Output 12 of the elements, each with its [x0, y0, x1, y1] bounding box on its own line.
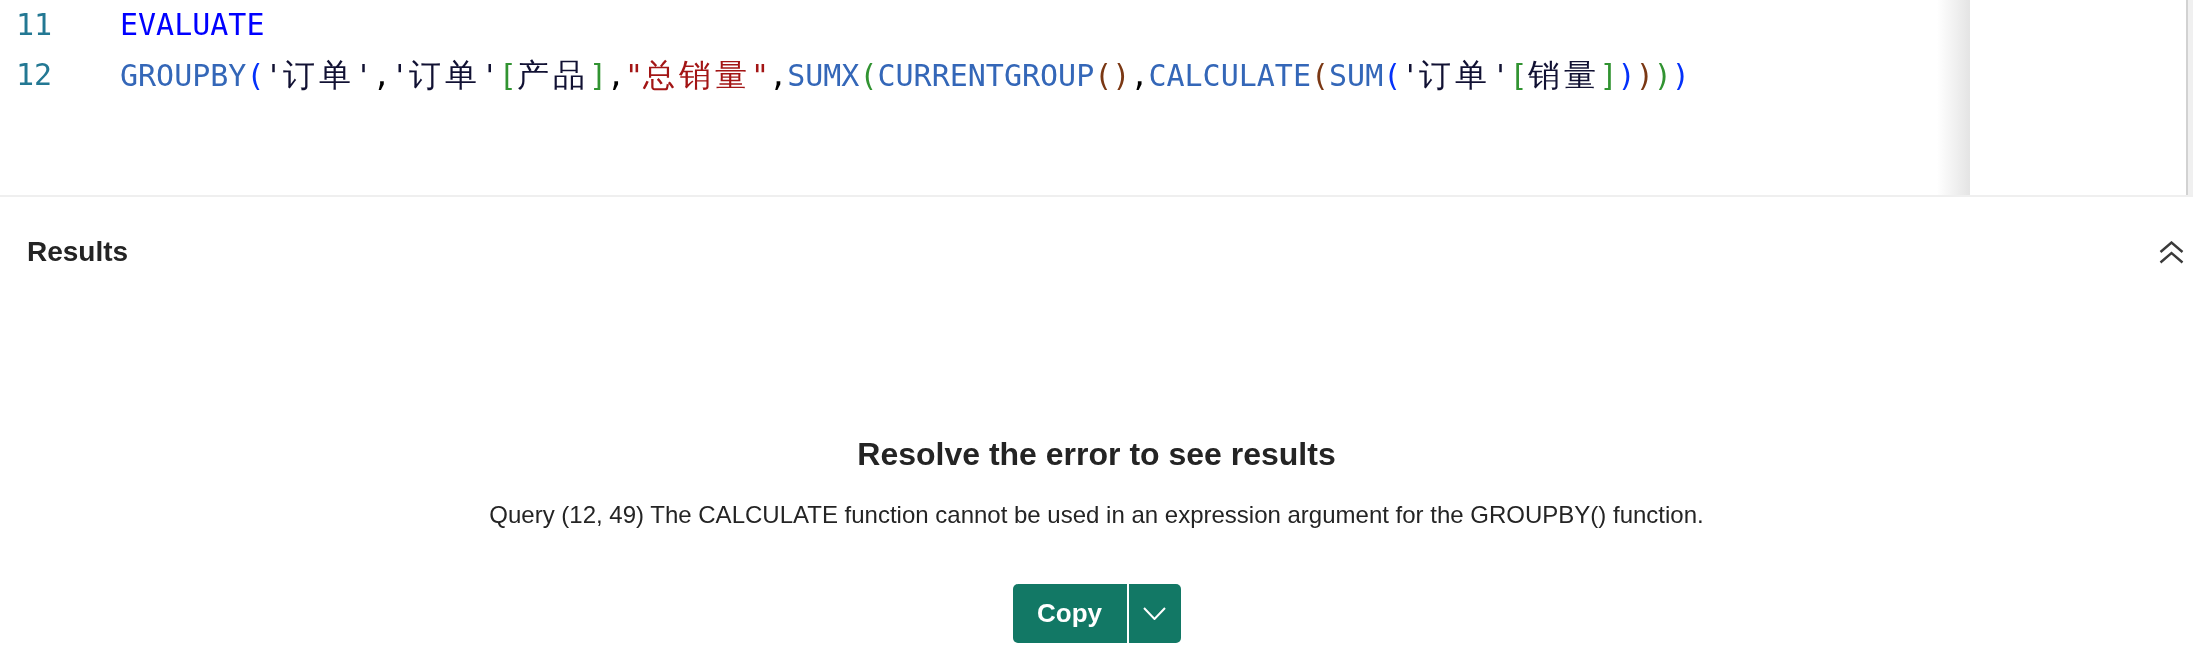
line-number: 12 — [16, 56, 52, 94]
chevron-down-icon — [1143, 607, 1166, 620]
copy-options-button[interactable] — [1128, 584, 1181, 643]
line-number: 11 — [16, 6, 52, 44]
error-heading: Resolve the error to see results — [857, 435, 1336, 474]
code-line: GROUPBY('订单','订单'[产品],"总销量",SUMX(CURRENTGROUP(),CALCULATE(SUM('订单'[销量])))) — [120, 54, 1690, 96]
copy-button[interactable]: Copy — [1012, 584, 1127, 643]
error-message: Query (12, 49) The CALCULATE function cannot be used in an expression argument for the GROUPBY() function. — [489, 500, 1704, 530]
collapse-button[interactable] — [2159, 240, 2184, 264]
double-chevron-up-icon — [2159, 240, 2184, 264]
results-title: Results — [27, 235, 129, 269]
code-line: EVALUATE — [120, 6, 265, 44]
